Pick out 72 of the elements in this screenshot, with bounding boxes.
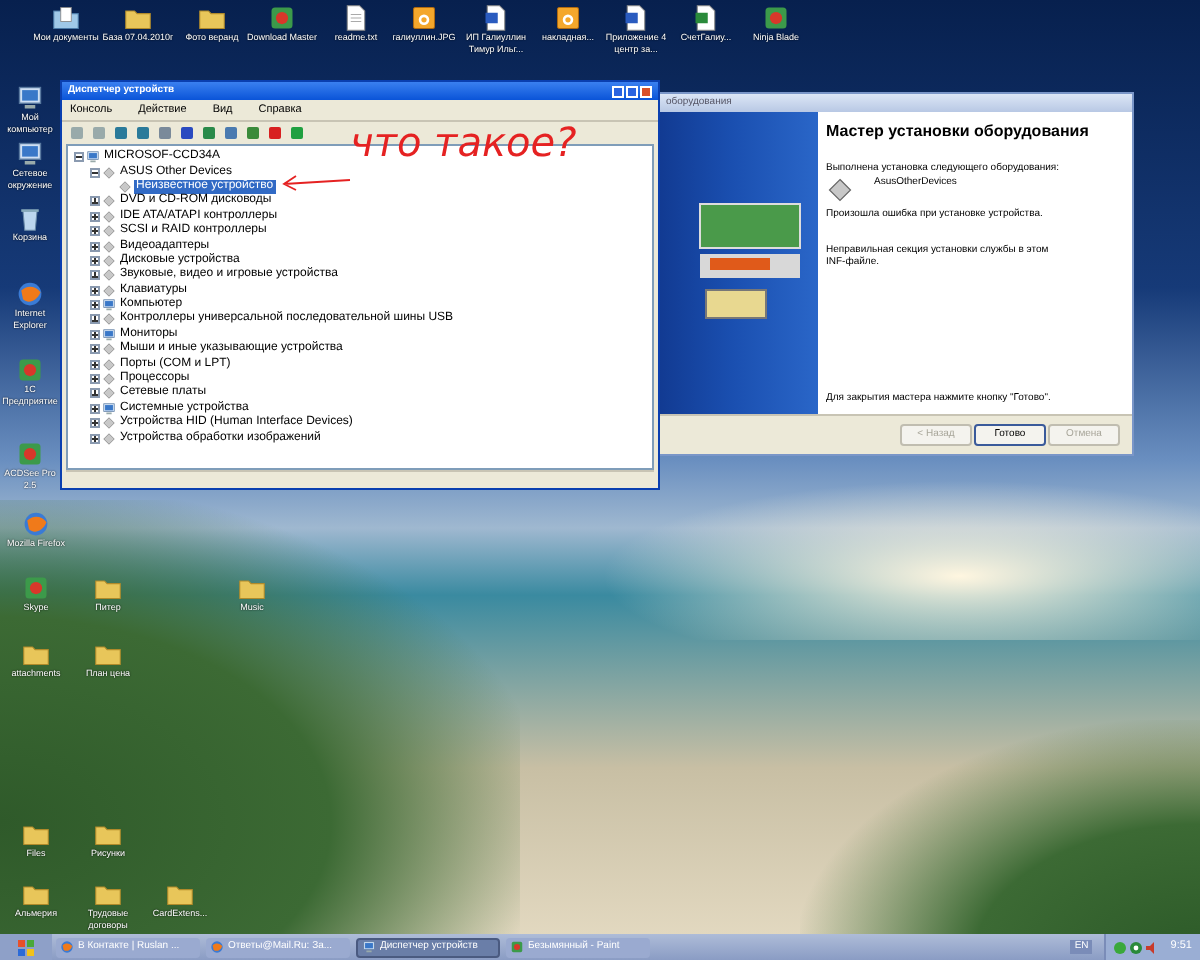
folder-icon [238, 574, 266, 602]
expand-toggle[interactable] [89, 344, 99, 355]
desktop-icon[interactable] [16, 140, 44, 168]
expand-toggle[interactable] [89, 433, 99, 444]
document-icon [622, 4, 650, 32]
folder-icon [124, 4, 152, 32]
expand-toggle[interactable] [89, 270, 99, 281]
computer-icon [16, 140, 44, 168]
arrow [280, 172, 352, 192]
folder-icon [94, 820, 122, 848]
app-icon [510, 940, 524, 954]
computer-icon [16, 84, 44, 112]
device-icon [826, 176, 854, 204]
desktop-icon[interactable] [198, 4, 226, 32]
trash-icon [16, 204, 44, 232]
expand-toggle[interactable] [89, 388, 99, 399]
document-icon [482, 4, 510, 32]
expand-toggle[interactable] [89, 196, 99, 207]
folder-icon [198, 4, 226, 32]
folder-icon [22, 820, 50, 848]
expand-toggle[interactable] [89, 374, 99, 385]
computer-icon [102, 401, 116, 416]
handwritten-note: что такое? [350, 120, 577, 164]
maximize-button[interactable] [626, 85, 638, 97]
folder-icon [94, 574, 122, 602]
desktop-icon[interactable] [692, 4, 720, 32]
wizard-heading: Мастер установки оборудования [826, 122, 1091, 142]
folder-icon [22, 880, 50, 908]
desktop-icon[interactable] [622, 4, 650, 32]
desktop-icon[interactable] [554, 4, 582, 32]
expand-toggle[interactable] [89, 403, 99, 414]
globe-icon [16, 280, 44, 308]
status-icon[interactable] [1130, 941, 1143, 953]
expand-toggle[interactable] [89, 211, 99, 222]
windows-logo-icon [18, 939, 34, 955]
image-file-icon [410, 4, 438, 32]
folder-icon [166, 880, 194, 908]
minimize-button[interactable] [612, 85, 624, 97]
start-button[interactable] [0, 934, 52, 960]
desktop-icon[interactable] [16, 204, 44, 232]
folder-icon [94, 880, 122, 908]
globe-icon [60, 940, 74, 954]
expand-toggle[interactable] [89, 226, 99, 237]
collapse-toggle[interactable] [73, 152, 83, 163]
desktop-icon[interactable] [342, 4, 370, 32]
expand-toggle[interactable] [89, 418, 99, 429]
desktop-icon[interactable] [410, 4, 438, 32]
close-button[interactable] [640, 85, 652, 97]
collapse-toggle[interactable] [89, 167, 99, 178]
desktop-icon[interactable] [16, 84, 44, 112]
folder-icon [52, 4, 80, 32]
desktop-icon[interactable] [52, 4, 80, 32]
image-file-icon [554, 4, 582, 32]
expand-toggle[interactable] [89, 285, 99, 296]
computer-icon [362, 940, 376, 954]
computer-icon [102, 327, 116, 342]
globe-icon [210, 940, 224, 954]
computer-icon [86, 150, 100, 165]
folder-icon [94, 640, 122, 668]
spreadsheet-icon [692, 4, 720, 32]
folder-icon [22, 640, 50, 668]
globe-icon [22, 510, 50, 538]
expand-toggle[interactable] [89, 300, 99, 311]
expand-toggle[interactable] [89, 241, 99, 252]
expand-toggle[interactable] [89, 314, 99, 325]
desktop-icon[interactable] [124, 4, 152, 32]
desktop-icon[interactable] [482, 4, 510, 32]
document-icon [342, 4, 370, 32]
expand-toggle[interactable] [89, 329, 99, 340]
expand-toggle[interactable] [89, 255, 99, 266]
computer-icon [102, 298, 116, 313]
expand-toggle[interactable] [89, 359, 99, 370]
